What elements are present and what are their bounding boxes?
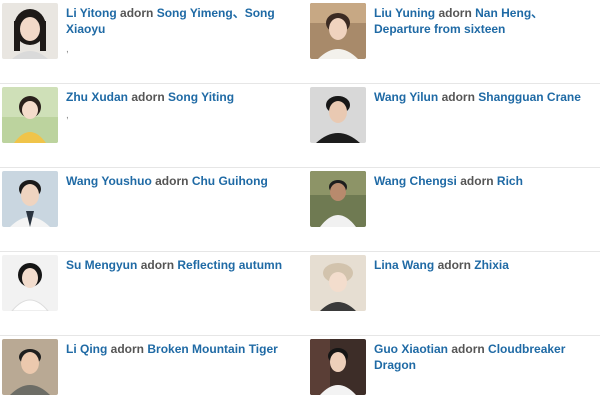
actor-name[interactable]: Li Yitong xyxy=(66,6,117,20)
actor-photo[interactable] xyxy=(310,339,366,395)
role-name[interactable]: Reflecting autumn xyxy=(177,258,282,272)
cast-card: Lina Wang adorn Zhixia xyxy=(308,252,600,336)
role-name[interactable]: Rich xyxy=(497,174,523,188)
cast-card: Guo Xiaotian adorn Cloudbreaker Dragon xyxy=(308,336,600,420)
cast-row: Li Yitong adorn Song Yimeng、Song Xiaoyu … xyxy=(0,0,600,84)
credit-verb: adorn xyxy=(155,174,189,188)
credit-verb: adorn xyxy=(120,6,154,20)
cast-card: Zhu Xudan adorn Song Yiting , xyxy=(0,84,300,168)
cast-credit: Li Qing adorn Broken Mountain Tiger xyxy=(66,341,294,357)
credit-verb: adorn xyxy=(131,90,165,104)
cast-card: Su Mengyun adorn Reflecting autumn xyxy=(0,252,300,336)
role-name[interactable]: Song Yiting xyxy=(168,90,234,104)
actor-photo[interactable] xyxy=(2,3,58,59)
cast-credit: Zhu Xudan adorn Song Yiting xyxy=(66,89,294,105)
cast-row: Zhu Xudan adorn Song Yiting , Wang Yilun… xyxy=(0,84,600,168)
cast-credit: Guo Xiaotian adorn Cloudbreaker Dragon xyxy=(374,341,594,373)
cast-credit: Liu Yuning adorn Nan Heng、Departure from… xyxy=(374,5,594,37)
actor-name[interactable]: Su Mengyun xyxy=(66,258,137,272)
actor-photo[interactable] xyxy=(2,87,58,143)
actor-photo[interactable] xyxy=(2,255,58,311)
actor-photo[interactable] xyxy=(310,255,366,311)
punctuation-mark: , xyxy=(66,44,69,55)
actor-name[interactable]: Lina Wang xyxy=(374,258,434,272)
cast-credit: Wang Youshuo adorn Chu Guihong xyxy=(66,173,294,189)
cast-card: Li Qing adorn Broken Mountain Tiger xyxy=(0,336,300,420)
actor-name[interactable]: Guo Xiaotian xyxy=(374,342,448,356)
role-name[interactable]: Zhixia xyxy=(474,258,509,272)
credit-verb: adorn xyxy=(451,342,485,356)
credit-verb: adorn xyxy=(441,90,475,104)
cast-credit: Wang Chengsi adorn Rich xyxy=(374,173,594,189)
cast-credit: Lina Wang adorn Zhixia xyxy=(374,257,594,273)
actor-name[interactable]: Zhu Xudan xyxy=(66,90,128,104)
credit-verb: adorn xyxy=(460,174,494,188)
punctuation-mark: , xyxy=(66,110,69,121)
cast-row: Su Mengyun adorn Reflecting autumn Lina … xyxy=(0,252,600,336)
actor-name[interactable]: Liu Yuning xyxy=(374,6,435,20)
credit-verb: adorn xyxy=(437,258,471,272)
credit-verb: adorn xyxy=(438,6,472,20)
cast-card: Wang Chengsi adorn Rich xyxy=(308,168,600,252)
cast-card: Li Yitong adorn Song Yimeng、Song Xiaoyu … xyxy=(0,0,300,84)
role-name[interactable]: Chu Guihong xyxy=(192,174,268,188)
cast-list: Li Yitong adorn Song Yimeng、Song Xiaoyu … xyxy=(0,0,600,401)
actor-name[interactable]: Wang Yilun xyxy=(374,90,438,104)
cast-row: Wang Youshuo adorn Chu Guihong Wang Chen… xyxy=(0,168,600,252)
credit-verb: adorn xyxy=(110,342,145,356)
role-name[interactable]: Shangguan Crane xyxy=(478,90,581,104)
cast-credit: Wang Yilun adorn Shangguan Crane xyxy=(374,89,594,105)
actor-photo[interactable] xyxy=(2,171,58,227)
cast-card: Wang Youshuo adorn Chu Guihong xyxy=(0,168,300,252)
cast-card: Wang Yilun adorn Shangguan Crane xyxy=(308,84,600,168)
cast-credit: Li Yitong adorn Song Yimeng、Song Xiaoyu xyxy=(66,5,294,37)
actor-name[interactable]: Li Qing xyxy=(66,342,107,356)
actor-photo[interactable] xyxy=(310,87,366,143)
role-name[interactable]: Broken Mountain Tiger xyxy=(147,342,277,356)
actor-photo[interactable] xyxy=(310,171,366,227)
actor-name[interactable]: Wang Chengsi xyxy=(374,174,457,188)
cast-card: Liu Yuning adorn Nan Heng、Departure from… xyxy=(308,0,600,84)
cast-credit: Su Mengyun adorn Reflecting autumn xyxy=(66,257,294,273)
cast-row: Li Qing adorn Broken Mountain Tiger Guo … xyxy=(0,336,600,420)
actor-photo[interactable] xyxy=(310,3,366,59)
actor-name[interactable]: Wang Youshuo xyxy=(66,174,152,188)
credit-verb: adorn xyxy=(140,258,175,272)
actor-photo[interactable] xyxy=(2,339,58,395)
